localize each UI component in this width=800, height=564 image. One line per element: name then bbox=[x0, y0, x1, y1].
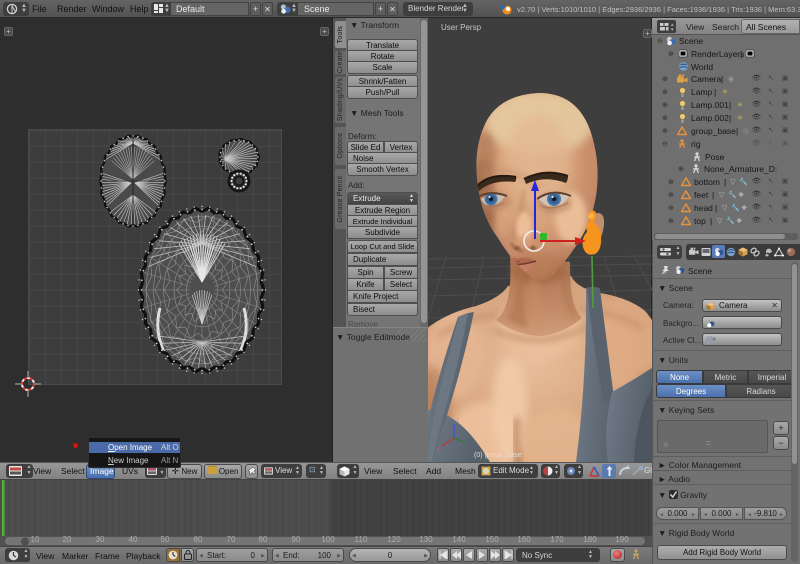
svg-text:z: z bbox=[456, 418, 459, 424]
svg-text:x: x bbox=[436, 447, 439, 453]
